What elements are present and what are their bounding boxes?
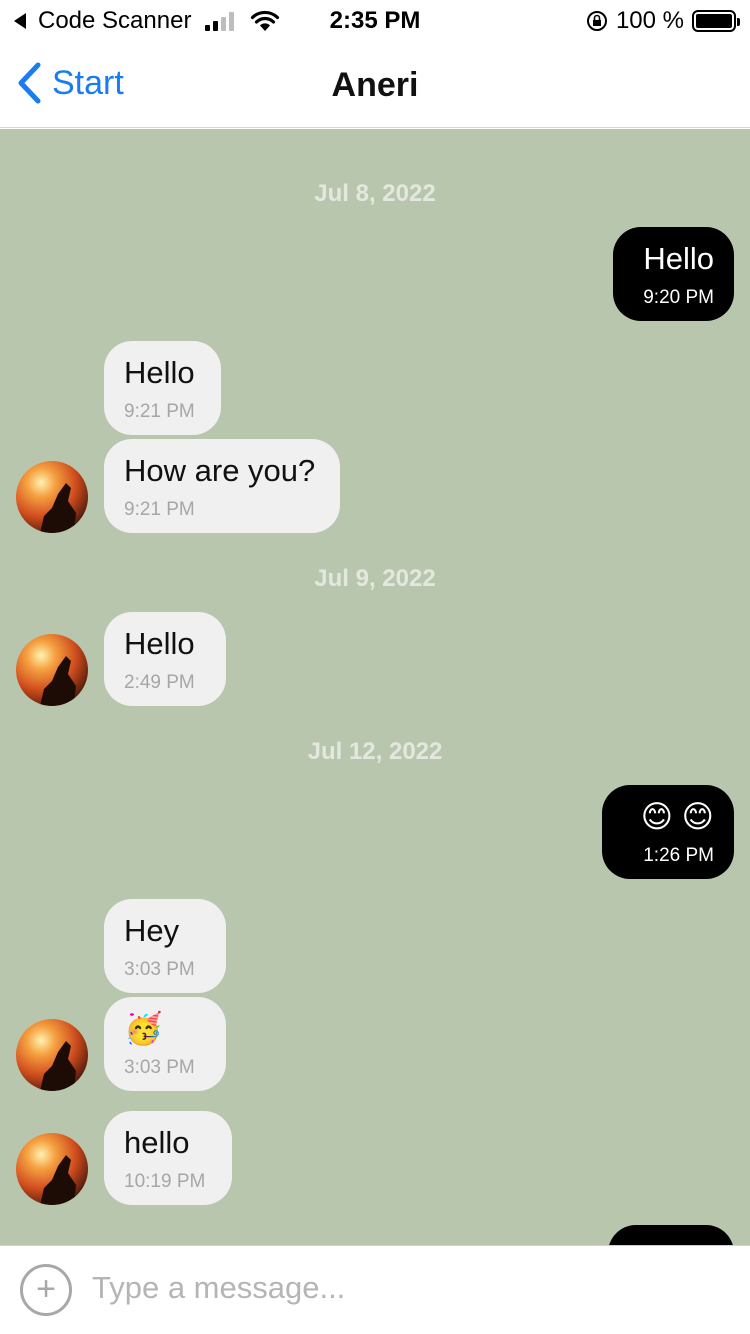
message-text: Hello [643,241,714,276]
date-separator: Jul 9, 2022 [314,565,436,592]
chat-area[interactable]: Jul 8, 2022 Hello 9:20 PM Hello 9:21 PM … [0,129,750,1245]
avatar-image [16,1019,88,1091]
message-time: 3:03 PM [124,959,195,980]
incoming-message[interactable]: How are you? 9:21 PM [104,439,340,533]
message-input[interactable] [92,1258,722,1318]
avatar-image [16,1133,88,1205]
message-time: 9:21 PM [124,401,195,422]
message-text: Hello [124,626,195,661]
contact-avatar[interactable] [16,461,88,533]
message-text: How are you? [124,453,316,488]
outgoing-message-partial[interactable] [608,1225,734,1245]
message-input-bar: + [0,1245,750,1334]
message-text: 😊 😊 [640,799,714,834]
outgoing-message[interactable]: Hello 9:20 PM [613,227,734,321]
status-bar: Code Scanner 2:35 PM 100 % [0,0,750,40]
message-text: Hello [124,355,195,390]
date-separator: Jul 8, 2022 [314,180,436,207]
message-text: Hey [124,913,180,948]
status-right: 100 % [586,7,740,35]
outgoing-message[interactable]: 😊 😊 1:26 PM [602,785,734,879]
avatar-image [16,461,88,533]
message-time: 3:03 PM [124,1057,195,1078]
contact-avatar[interactable] [16,1019,88,1091]
incoming-message[interactable]: 🥳 3:03 PM [104,997,226,1091]
navigation-bar: Start Aneri [0,40,750,128]
battery-percentage: 100 % [615,7,684,34]
message-time: 10:19 PM [124,1171,206,1192]
contact-avatar[interactable] [16,1133,88,1205]
avatar-image [16,634,88,706]
date-separator: Jul 12, 2022 [307,738,443,765]
incoming-message[interactable]: Hey 3:03 PM [104,899,226,993]
add-attachment-button[interactable]: + [20,1264,72,1316]
contact-avatar[interactable] [16,634,88,706]
message-time: 9:21 PM [124,499,195,520]
message-time: 9:20 PM [643,287,714,308]
incoming-message[interactable]: Hello 9:21 PM [104,341,221,435]
conversation-title: Aneri [331,66,419,104]
message-time: 2:49 PM [124,672,195,693]
incoming-message[interactable]: Hello 2:49 PM [104,612,226,706]
incoming-message[interactable]: hello 10:19 PM [104,1111,232,1205]
message-time: 1:26 PM [643,845,714,866]
orientation-lock-icon [586,11,607,31]
message-text: 🥳 [124,1011,163,1046]
battery-icon [692,10,740,32]
message-text: hello [124,1125,190,1160]
